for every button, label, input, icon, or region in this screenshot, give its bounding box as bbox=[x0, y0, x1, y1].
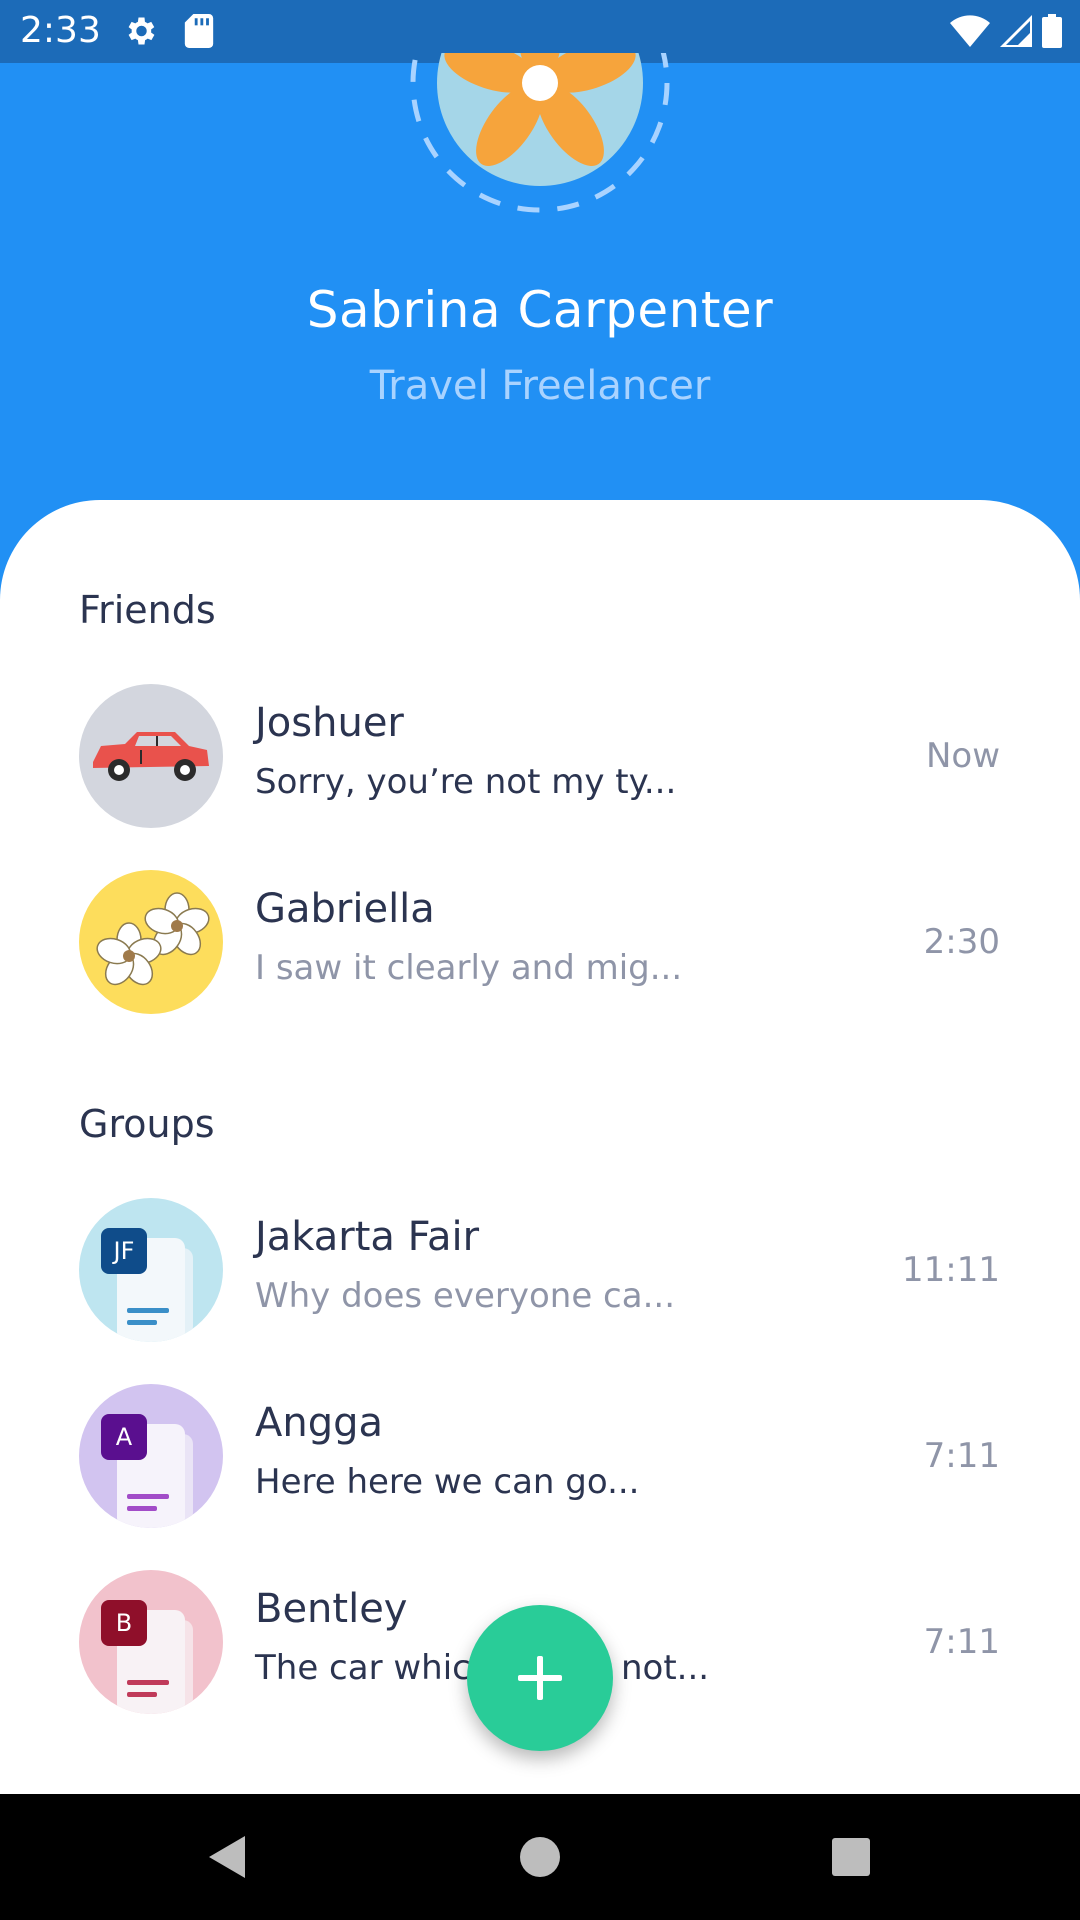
chat-item-jakarta-fair[interactable]: JF Jakarta Fair Why does everyone ca... … bbox=[0, 1198, 1080, 1348]
system-nav-bar bbox=[0, 1794, 1080, 1920]
chat-message: Here here we can go... bbox=[255, 1462, 640, 1502]
back-icon[interactable] bbox=[203, 1832, 253, 1882]
chat-time: 7:11 bbox=[923, 1436, 1000, 1476]
gear-icon bbox=[128, 17, 155, 45]
status-time: 2:33 bbox=[20, 10, 101, 51]
chat-message: The car whic bbox=[255, 1648, 471, 1688]
battery-icon bbox=[1042, 14, 1062, 48]
plus-icon bbox=[518, 1656, 562, 1700]
chat-name: Jakarta Fair bbox=[255, 1214, 480, 1260]
group-badge: A bbox=[115, 1423, 133, 1451]
recents-icon[interactable] bbox=[826, 1832, 876, 1882]
chat-name: Gabriella bbox=[255, 886, 435, 932]
chat-message-tail: not... bbox=[621, 1648, 710, 1688]
profile-name: Sabrina Carpenter bbox=[306, 281, 774, 339]
chat-name: Angga bbox=[255, 1400, 384, 1446]
section-title-friends: Friends bbox=[79, 588, 216, 632]
status-right-icons bbox=[950, 12, 1062, 50]
chat-name: Joshuer bbox=[255, 700, 404, 746]
profile-header: Sabrina Carpenter Travel Freelancer bbox=[0, 53, 1080, 500]
group-avatar-b: B bbox=[79, 1570, 223, 1714]
chat-item-gabriella[interactable]: Gabriella I saw it clearly and mig... 2:… bbox=[0, 870, 1080, 1020]
flowers-avatar bbox=[79, 870, 223, 1014]
chat-item-joshuer[interactable]: Joshuer Sorry, you’re not my ty... Now bbox=[0, 684, 1080, 834]
signal-icon bbox=[1000, 15, 1032, 47]
sd-card-icon bbox=[184, 14, 214, 48]
car-avatar bbox=[79, 684, 223, 828]
chat-message: Why does everyone ca... bbox=[255, 1276, 676, 1316]
profile-avatar[interactable] bbox=[409, 53, 671, 233]
profile-role: Travel Freelancer bbox=[369, 363, 711, 409]
chat-time: Now bbox=[925, 736, 1000, 776]
chat-message: Sorry, you’re not my ty... bbox=[255, 762, 677, 802]
group-avatar-jf: JF bbox=[79, 1198, 223, 1342]
chat-list-card: Friends Joshuer Sorry, you’re not my ty.… bbox=[0, 500, 1080, 1794]
chat-time: 7:11 bbox=[923, 1622, 1000, 1662]
group-avatar-a: A bbox=[79, 1384, 223, 1528]
chat-item-angga[interactable]: A Angga Here here we can go... 7:11 bbox=[0, 1384, 1080, 1534]
section-title-groups: Groups bbox=[79, 1102, 215, 1146]
chat-time: 11:11 bbox=[902, 1250, 1000, 1290]
group-badge: B bbox=[115, 1609, 133, 1637]
group-badge: JF bbox=[113, 1237, 135, 1265]
chat-time: 2:30 bbox=[923, 922, 1000, 962]
home-icon[interactable] bbox=[515, 1832, 565, 1882]
chat-name: Bentley bbox=[255, 1586, 408, 1632]
chat-message: I saw it clearly and mig... bbox=[255, 948, 683, 988]
wifi-icon bbox=[950, 15, 990, 47]
new-chat-button[interactable] bbox=[467, 1605, 613, 1751]
